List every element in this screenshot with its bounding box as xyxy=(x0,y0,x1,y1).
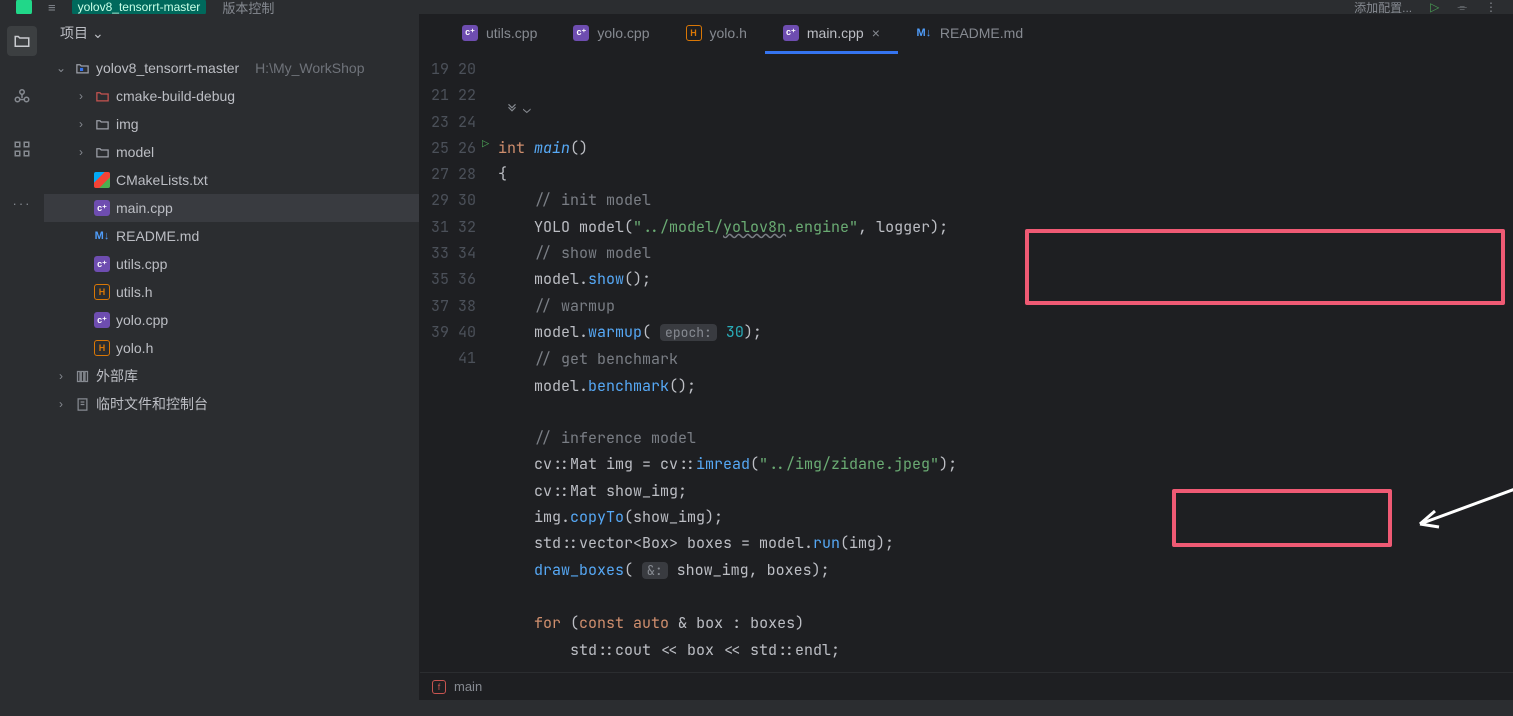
cpp-icon: c⁺ xyxy=(573,25,589,41)
h-icon: H xyxy=(94,340,110,356)
app-logo-icon xyxy=(16,0,32,14)
close-icon[interactable]: × xyxy=(872,25,880,41)
top-bar: ≡ yolov8_tensorrt-master 版本控制 添加配置... ▷ … xyxy=(0,0,1513,14)
project-sidebar: 项目 ⌄ ⌄ yolov8_tensorrt-master H:\My_Work… xyxy=(44,14,420,700)
tab-yolo-cpp[interactable]: c⁺ yolo.cpp xyxy=(555,14,667,54)
gutter-run-icon[interactable]: ▷ xyxy=(482,136,489,152)
chevron-down-icon: ⌄ xyxy=(92,25,104,42)
structure-tool-icon[interactable] xyxy=(7,134,37,164)
activity-bar: ··· xyxy=(0,14,44,700)
more-tools-icon[interactable]: ··· xyxy=(7,188,37,218)
commit-tool-icon[interactable] xyxy=(7,80,37,110)
project-tree[interactable]: ⌄ yolov8_tensorrt-master H:\My_WorkShop … xyxy=(44,52,419,700)
chevron-right-icon: › xyxy=(74,117,88,131)
module-icon xyxy=(74,60,90,76)
param-hint: &: xyxy=(642,562,668,579)
h-icon: H xyxy=(686,25,702,41)
library-icon xyxy=(74,368,90,384)
tree-file-main[interactable]: c⁺ main.cpp xyxy=(44,194,419,222)
tree-folder-build[interactable]: › cmake-build-debug xyxy=(44,82,419,110)
tab-utils-cpp[interactable]: c⁺ utils.cpp xyxy=(444,14,555,54)
tree-file-cmakelists[interactable]: CMakeLists.txt xyxy=(44,166,419,194)
tree-folder-img[interactable]: › img xyxy=(44,110,419,138)
cpp-icon: c⁺ xyxy=(462,25,478,41)
cmake-icon xyxy=(94,172,110,188)
code-content[interactable]: int main() { // init model YOLO model(".… xyxy=(498,54,1513,672)
cpp-icon: c⁺ xyxy=(94,312,110,328)
run-config-label[interactable]: 添加配置... xyxy=(1354,0,1412,14)
tree-file-yolo-cpp[interactable]: c⁺ yolo.cpp xyxy=(44,306,419,334)
vcs-menu[interactable]: 版本控制 xyxy=(222,0,274,14)
tree-external-libs[interactable]: › 外部库 xyxy=(44,362,419,390)
tree-file-yolo-h[interactable]: H yolo.h xyxy=(44,334,419,362)
chevron-right-icon: › xyxy=(54,369,68,383)
cpp-icon: c⁺ xyxy=(783,25,799,41)
code-editor[interactable]: 19 20 21 22 23 24 25 26 27 28 29 30 31 3… xyxy=(420,54,1513,672)
hamburger-icon[interactable]: ≡ xyxy=(48,0,56,14)
h-icon: H xyxy=(94,284,110,300)
param-hint: epoch: xyxy=(660,324,717,341)
folder-icon xyxy=(94,144,110,160)
sidebar-header[interactable]: 项目 ⌄ xyxy=(44,14,419,52)
project-badge[interactable]: yolov8_tensorrt-master xyxy=(72,0,207,14)
chevron-right-icon: › xyxy=(54,397,68,411)
function-icon: f xyxy=(432,680,446,694)
code-lens[interactable]: ⌄ xyxy=(505,100,531,117)
editor-tabs: c⁺ utils.cpp c⁺ yolo.cpp H yolo.h c⁺ mai… xyxy=(420,14,1513,54)
more-top-icon[interactable]: ⋮ xyxy=(1485,0,1497,14)
tree-root[interactable]: ⌄ yolov8_tensorrt-master H:\My_WorkShop xyxy=(44,54,419,82)
folder-icon xyxy=(94,88,110,104)
debug-icon[interactable]: ⌯ xyxy=(1457,0,1467,14)
markdown-icon: M↓ xyxy=(916,25,932,41)
tree-folder-model[interactable]: › model xyxy=(44,138,419,166)
tree-scratches[interactable]: › 临时文件和控制台 xyxy=(44,390,419,418)
cpp-icon: c⁺ xyxy=(94,256,110,272)
tab-readme[interactable]: M↓ README.md xyxy=(898,14,1041,54)
breadcrumb[interactable]: f main xyxy=(420,672,1513,700)
run-icon[interactable]: ▷ xyxy=(1430,0,1439,14)
bottom-tool-strip xyxy=(0,700,1513,716)
tree-file-readme[interactable]: M↓ README.md xyxy=(44,222,419,250)
tree-file-utils-h[interactable]: H utils.h xyxy=(44,278,419,306)
tree-file-utils-cpp[interactable]: c⁺ utils.cpp xyxy=(44,250,419,278)
chevron-right-icon: › xyxy=(74,145,88,159)
chevron-down-icon: ⌄ xyxy=(54,61,68,75)
chevron-right-icon: › xyxy=(74,89,88,103)
project-tool-icon[interactable] xyxy=(7,26,37,56)
scratch-icon xyxy=(74,396,90,412)
tab-yolo-h[interactable]: H yolo.h xyxy=(668,14,765,54)
editor-column: c⁺ utils.cpp c⁺ yolo.cpp H yolo.h c⁺ mai… xyxy=(420,14,1513,700)
tab-main-cpp[interactable]: c⁺ main.cpp × xyxy=(765,14,898,54)
markdown-icon: M↓ xyxy=(94,228,110,244)
folder-icon xyxy=(94,116,110,132)
cpp-icon: c⁺ xyxy=(94,200,110,216)
